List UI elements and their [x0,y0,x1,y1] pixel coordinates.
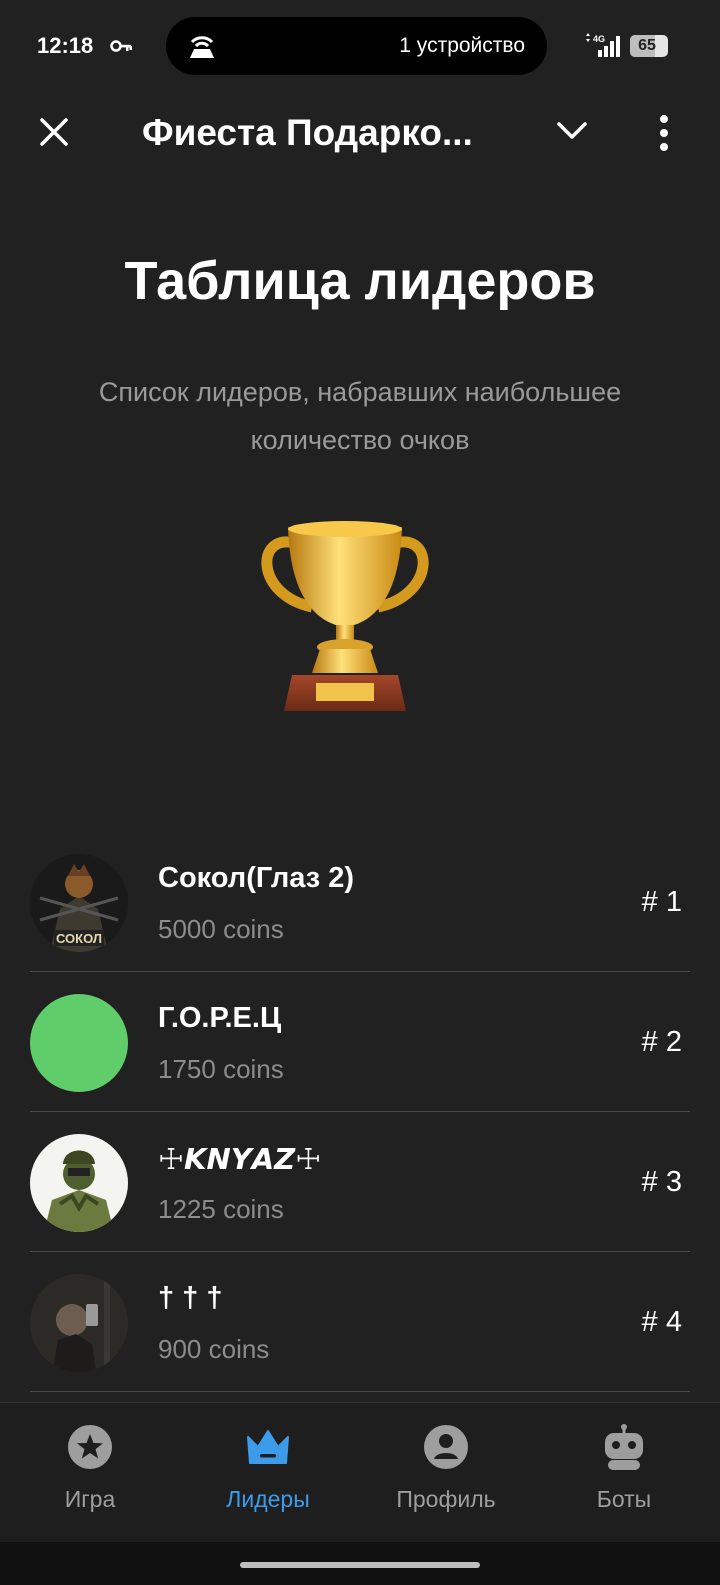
avatar-label: СОКОЛ [56,931,102,946]
crown-icon [247,1430,289,1464]
status-bar: 12:18 1 устройство 4G 65 [0,0,720,92]
leader-coins: 900 coins [158,1334,270,1364]
svg-text:4G: 4G [593,34,605,44]
leader-name: ☩𝙆𝙉𝙔𝘼𝙕☩ [158,1144,322,1176]
leader-coins: 5000 coins [158,914,284,944]
nav-item-game[interactable]: Игра [0,1403,180,1543]
star-circle-icon [68,1425,112,1469]
nav-item-profile[interactable]: Профиль [356,1403,536,1543]
avatar [30,1134,128,1232]
leader-row[interactable]: † † † 900 coins # 4 [0,1252,720,1392]
leaderboard: СОКОЛ Сокол(Глаз 2) 5000 coins # 1 Г.О.Р… [0,832,720,1392]
chevron-down-icon[interactable] [556,120,588,142]
leader-row[interactable]: СОКОЛ Сокол(Глаз 2) 5000 coins # 1 [0,832,720,972]
leader-row[interactable]: Г.О.Р.Е.Ц 1750 coins # 2 [0,972,720,1112]
status-time: 12:18 [37,33,94,58]
leader-coins: 1750 coins [158,1054,284,1084]
page-title: Таблица лидеров [124,251,596,311]
profile-icon [424,1425,468,1469]
app-title: Фиеста Подарко... [142,112,473,153]
app-header: Фиеста Подарко... [0,92,720,176]
divider [30,1391,690,1392]
close-icon[interactable] [36,114,72,150]
leader-name: Г.О.Р.Е.Ц [158,1002,282,1034]
leader-name: Сокол(Глаз 2) [158,862,355,894]
avatar [30,1274,128,1372]
leader-rank: # 3 [641,1166,682,1198]
leader-row[interactable]: ☩𝙆𝙉𝙔𝘼𝙕☩ 1225 coins # 3 [0,1112,720,1252]
nav-item-bots[interactable]: Боты [534,1403,714,1543]
nav-label: Игра [64,1486,116,1512]
more-vertical-icon[interactable] [656,114,672,152]
nav-item-leaders[interactable]: Лидеры [178,1403,358,1543]
avatar [30,994,128,1092]
leader-rank: # 4 [641,1306,682,1338]
nav-label: Профиль [396,1486,496,1512]
island-text: 1 устройство [399,34,525,57]
signal-icon: 4G [586,33,620,57]
nav-label: Лидеры [226,1486,310,1512]
nav-label: Боты [596,1486,652,1512]
page-subtitle: Список лидеров, набравших наибольшее кол… [98,377,622,455]
trophy-icon [261,521,429,711]
bottom-nav: Игра Лидеры Профиль Боты [0,1402,720,1542]
leader-coins: 1225 coins [158,1194,284,1224]
key-icon [110,40,132,52]
wireless-device-icon [190,36,214,58]
battery-icon: 65 [630,35,668,57]
battery-level: 65 [638,37,656,54]
robot-icon [605,1424,643,1470]
leader-rank: # 2 [641,1026,682,1058]
leader-name: † † † [158,1282,223,1314]
avatar: СОКОЛ [30,854,128,952]
dynamic-island[interactable]: 1 устройство [166,17,547,75]
home-indicator[interactable] [240,1562,480,1568]
leader-rank: # 1 [641,886,682,918]
